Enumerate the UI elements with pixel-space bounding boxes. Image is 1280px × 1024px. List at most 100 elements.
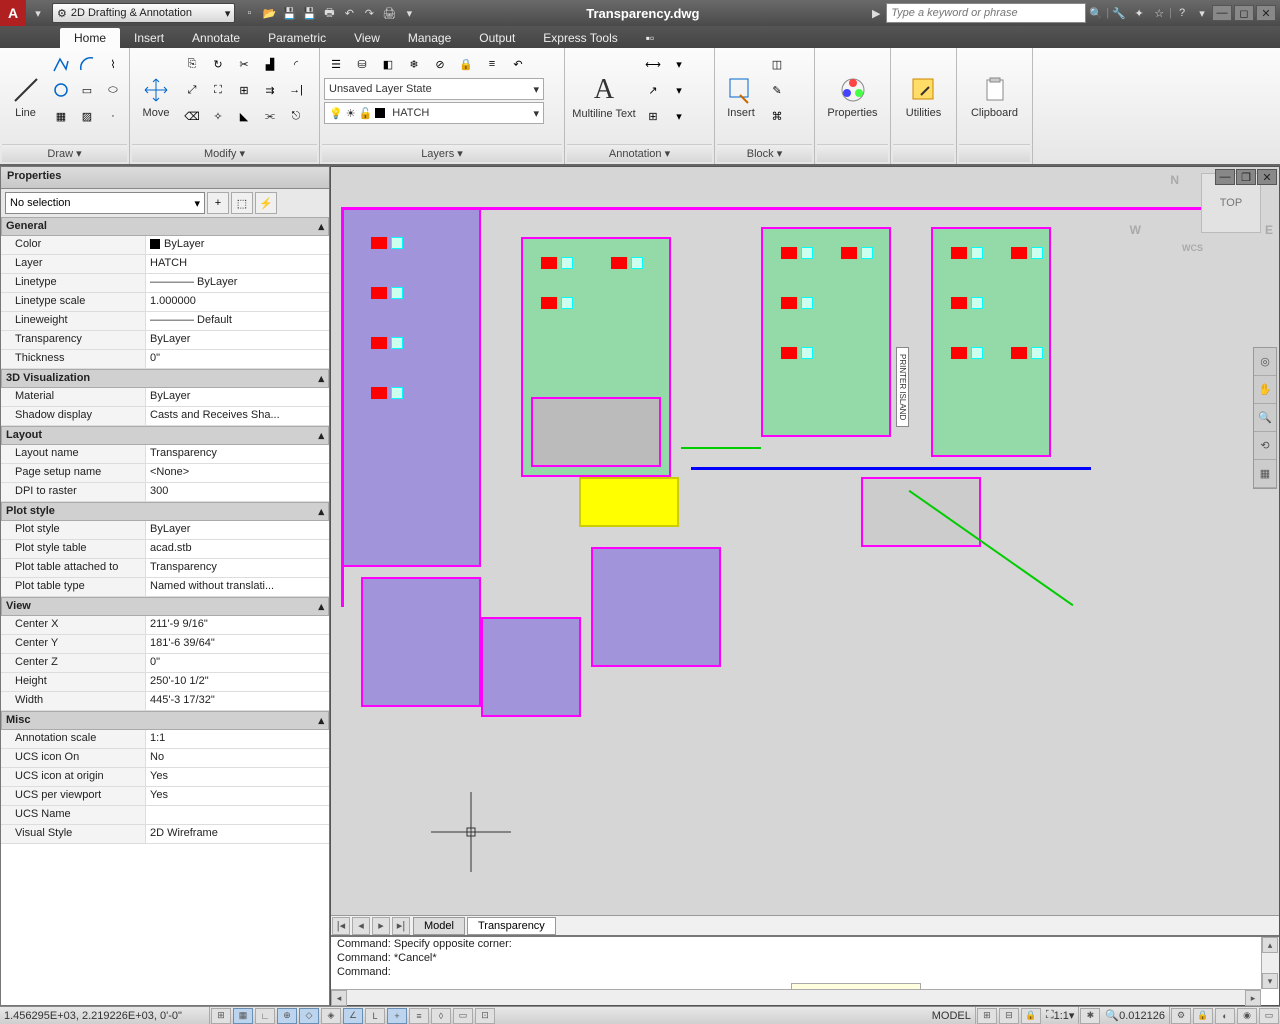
layer-state-combo[interactable]: Unsaved Layer State▾ xyxy=(324,78,544,100)
property-value[interactable]: 250'-10 1/2" xyxy=(146,673,329,691)
zoom-value[interactable]: 🔍 0.012126 xyxy=(1101,1007,1170,1024)
property-list[interactable]: General▴ColorByLayerLayerHATCHLinetype——… xyxy=(1,217,329,1005)
hardware-accel[interactable]: ◐ xyxy=(1215,1008,1235,1024)
command-prompt[interactable]: Command: xyxy=(331,965,1279,979)
extend-button[interactable]: →| xyxy=(284,78,308,102)
property-row[interactable]: Plot table typeNamed without translati..… xyxy=(1,578,329,597)
category-header[interactable]: 3D Visualization▴ xyxy=(1,369,329,388)
help-icon[interactable]: ? xyxy=(1172,3,1192,23)
cmd-scroll-up[interactable]: ▴ xyxy=(1262,937,1278,953)
point-button[interactable]: · xyxy=(101,104,125,128)
property-value[interactable]: <None> xyxy=(146,464,329,482)
property-row[interactable]: Annotation scale1:1 xyxy=(1,730,329,749)
property-value[interactable]: Yes xyxy=(146,787,329,805)
osnap-toggle[interactable]: ◇ xyxy=(299,1008,319,1024)
stretch-button[interactable]: ⤢ xyxy=(180,78,204,102)
property-row[interactable]: Linetype scale1.000000 xyxy=(1,293,329,312)
category-header[interactable]: Plot style▴ xyxy=(1,502,329,521)
category-header[interactable]: Layout▴ xyxy=(1,426,329,445)
exchange-icon[interactable]: ✦ xyxy=(1129,3,1149,23)
property-value[interactable]: 1:1 xyxy=(146,730,329,748)
panel-block-title[interactable]: Block ▾ xyxy=(717,144,812,162)
qat-new-button[interactable]: ▫ xyxy=(239,3,259,23)
grid-toggle[interactable]: ▦ xyxy=(233,1008,253,1024)
property-row[interactable]: ColorByLayer xyxy=(1,236,329,255)
dyn-toggle[interactable]: + xyxy=(387,1008,407,1024)
category-header[interactable]: Misc▴ xyxy=(1,711,329,730)
tab-home[interactable]: Home xyxy=(60,28,120,48)
minimize-button[interactable]: — xyxy=(1212,5,1232,21)
property-value[interactable]: acad.stb xyxy=(146,540,329,558)
region-button[interactable]: ▨ xyxy=(75,104,99,128)
panel-annotation-title[interactable]: Annotation ▾ xyxy=(567,144,712,162)
offset-button[interactable]: ⇉ xyxy=(258,78,282,102)
command-window[interactable]: Command: Specify opposite corner: Comman… xyxy=(331,935,1279,1005)
coordinates[interactable]: 1.456295E+03, 2.219226E+03, 0'-0" xyxy=(0,1007,210,1024)
polyline-button[interactable] xyxy=(49,52,73,76)
layer-iso-button[interactable]: ◧ xyxy=(376,52,400,76)
property-value[interactable]: ByLayer xyxy=(146,388,329,406)
current-layer-combo[interactable]: 💡☀🔓HATCH ▾ xyxy=(324,102,544,124)
search-icon[interactable]: 🔍 xyxy=(1086,3,1106,23)
property-row[interactable]: UCS icon at originYes xyxy=(1,768,329,787)
select-objects-button[interactable]: ⬚ xyxy=(231,192,253,214)
category-header[interactable]: View▴ xyxy=(1,597,329,616)
panel-layers-title[interactable]: Layers ▾ xyxy=(322,144,562,162)
break-button[interactable]: ⎋ xyxy=(284,104,308,128)
create-block-button[interactable]: ◫ xyxy=(765,52,789,76)
tab-addins[interactable]: ▪▫ xyxy=(632,28,669,48)
spline-button[interactable]: ⌇ xyxy=(101,52,125,76)
copy-button[interactable]: ⎘ xyxy=(180,52,204,76)
tab-manage[interactable]: Manage xyxy=(394,28,465,48)
property-value[interactable]: 2D Wireframe xyxy=(146,825,329,843)
palette-title[interactable]: Properties xyxy=(1,167,329,189)
property-value[interactable]: 445'-3 17/32" xyxy=(146,692,329,710)
array-button[interactable]: ⊞ xyxy=(232,78,256,102)
search-input[interactable] xyxy=(886,3,1086,23)
insert-block-button[interactable]: Insert xyxy=(719,52,763,142)
property-value[interactable]: Named without translati... xyxy=(146,578,329,596)
favorites-icon[interactable]: ☆ xyxy=(1149,3,1169,23)
doc-minimize-button[interactable]: — xyxy=(1215,169,1235,185)
property-row[interactable]: MaterialByLayer xyxy=(1,388,329,407)
property-row[interactable]: DPI to raster300 xyxy=(1,483,329,502)
property-row[interactable]: Plot table attached toTransparency xyxy=(1,559,329,578)
rectangle-button[interactable]: ▭ xyxy=(75,78,99,102)
mtext-button[interactable]: A Multiline Text xyxy=(569,52,639,142)
layout-first-button[interactable]: |◂ xyxy=(332,917,350,935)
property-row[interactable]: Page setup name<None> xyxy=(1,464,329,483)
transparency-toggle[interactable]: ◊ xyxy=(431,1008,451,1024)
leader-button[interactable]: ↗ xyxy=(641,78,665,102)
qat-undo-button[interactable]: ↶ xyxy=(339,3,359,23)
join-button[interactable]: ⫘ xyxy=(258,104,282,128)
close-button[interactable]: ✕ xyxy=(1256,5,1276,21)
quick-select-button[interactable]: ⚡ xyxy=(255,192,277,214)
line-button[interactable]: Line xyxy=(4,52,47,142)
tab-view[interactable]: View xyxy=(340,28,394,48)
circle-button[interactable] xyxy=(49,78,73,102)
quickview-drawings[interactable]: ⊟ xyxy=(999,1008,1019,1024)
qat-print-button[interactable]: 🖨 xyxy=(379,3,399,23)
utilities-panel-button[interactable]: Utilities xyxy=(895,52,952,142)
panel-draw-title[interactable]: Draw ▾ xyxy=(2,144,127,162)
erase-button[interactable]: ⌫ xyxy=(180,104,204,128)
layout-prev-button[interactable]: ◂ xyxy=(352,917,370,935)
property-row[interactable]: Plot styleByLayer xyxy=(1,521,329,540)
doc-close-button[interactable]: ✕ xyxy=(1257,169,1277,185)
polar-toggle[interactable]: ⊕ xyxy=(277,1008,297,1024)
property-row[interactable]: Center Z0" xyxy=(1,654,329,673)
qat-dropdown[interactable]: ▾ xyxy=(399,3,419,23)
doc-restore-button[interactable]: ❐ xyxy=(1236,169,1256,185)
otrack-toggle[interactable]: ∠ xyxy=(343,1008,363,1024)
trim-button[interactable]: ✂ xyxy=(232,52,256,76)
property-row[interactable]: Width445'-3 17/32" xyxy=(1,692,329,711)
tab-output[interactable]: Output xyxy=(465,28,529,48)
property-row[interactable]: Lineweight———— Default xyxy=(1,312,329,331)
panel-modify-title[interactable]: Modify ▾ xyxy=(132,144,317,162)
property-value[interactable]: Yes xyxy=(146,768,329,786)
layer-states-button[interactable]: ⛁ xyxy=(350,52,374,76)
cmd-scroll-left[interactable]: ◂ xyxy=(331,990,347,1006)
app-menu-button[interactable]: A xyxy=(0,0,26,26)
table-dropdown[interactable]: ▾ xyxy=(667,104,691,128)
arc-button[interactable] xyxy=(75,52,99,76)
